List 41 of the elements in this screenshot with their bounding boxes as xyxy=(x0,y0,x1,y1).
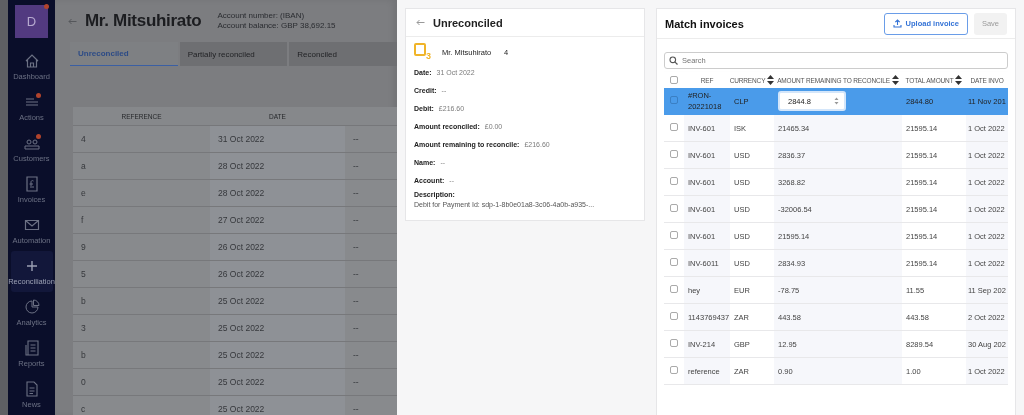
table-cell: 9 xyxy=(73,234,210,261)
table-cell: 3 xyxy=(73,315,210,342)
table-cell: 25 Oct 2022 xyxy=(210,288,345,315)
table-cell: e xyxy=(73,180,210,207)
table-cell: 5 xyxy=(73,261,210,288)
table-cell: 25 Oct 2022 xyxy=(210,315,345,342)
table-cell: -- xyxy=(345,207,397,234)
tab[interactable]: Partially reconciled xyxy=(179,42,288,66)
table-cell: 26 Oct 2022 xyxy=(210,234,345,261)
page-title: Mr. Mitsuhirato xyxy=(85,11,202,31)
table-cell: -- xyxy=(345,153,397,180)
table-cell: c xyxy=(73,396,210,415)
table-cell: 26 Oct 2022 xyxy=(210,261,345,288)
table-cell: -- xyxy=(345,342,397,369)
avatar[interactable]: D xyxy=(15,5,48,38)
tab[interactable]: Reconciled xyxy=(289,42,397,66)
card-title: Unreconciled xyxy=(433,16,503,29)
table-cell: b xyxy=(73,288,210,315)
table-cell: -- xyxy=(345,180,397,207)
table-cell: 25 Oct 2022 xyxy=(210,369,345,396)
table-cell: -- xyxy=(345,234,397,261)
table-cell: 28 Oct 2022 xyxy=(210,153,345,180)
account-number: Account number: (IBAN) xyxy=(217,11,306,21)
table-cell: -- xyxy=(345,288,397,315)
table-cell: -- xyxy=(345,126,397,153)
table-cell: 28 Oct 2022 xyxy=(210,180,345,207)
table-cell: 0 xyxy=(73,369,210,396)
table-cell: -- xyxy=(345,369,397,396)
table-cell: a xyxy=(73,153,210,180)
table-cell: 4 xyxy=(73,126,210,153)
table-cell: 25 Oct 2022 xyxy=(210,342,345,369)
table-cell: 25 Oct 2022 xyxy=(210,396,345,415)
table-cell: -- xyxy=(345,261,397,288)
table-cell: 31 Oct 2022 xyxy=(210,126,345,153)
table-cell: -- xyxy=(345,315,397,342)
table-cell: f xyxy=(73,207,210,234)
table-cell: 27 Oct 2022 xyxy=(210,207,345,234)
table-cell: -- xyxy=(345,396,397,415)
table-cell: b xyxy=(73,342,210,369)
account-balance: Account balance: GBP 38,692.15 xyxy=(217,21,336,31)
panel-title: Match invoices xyxy=(665,17,745,30)
